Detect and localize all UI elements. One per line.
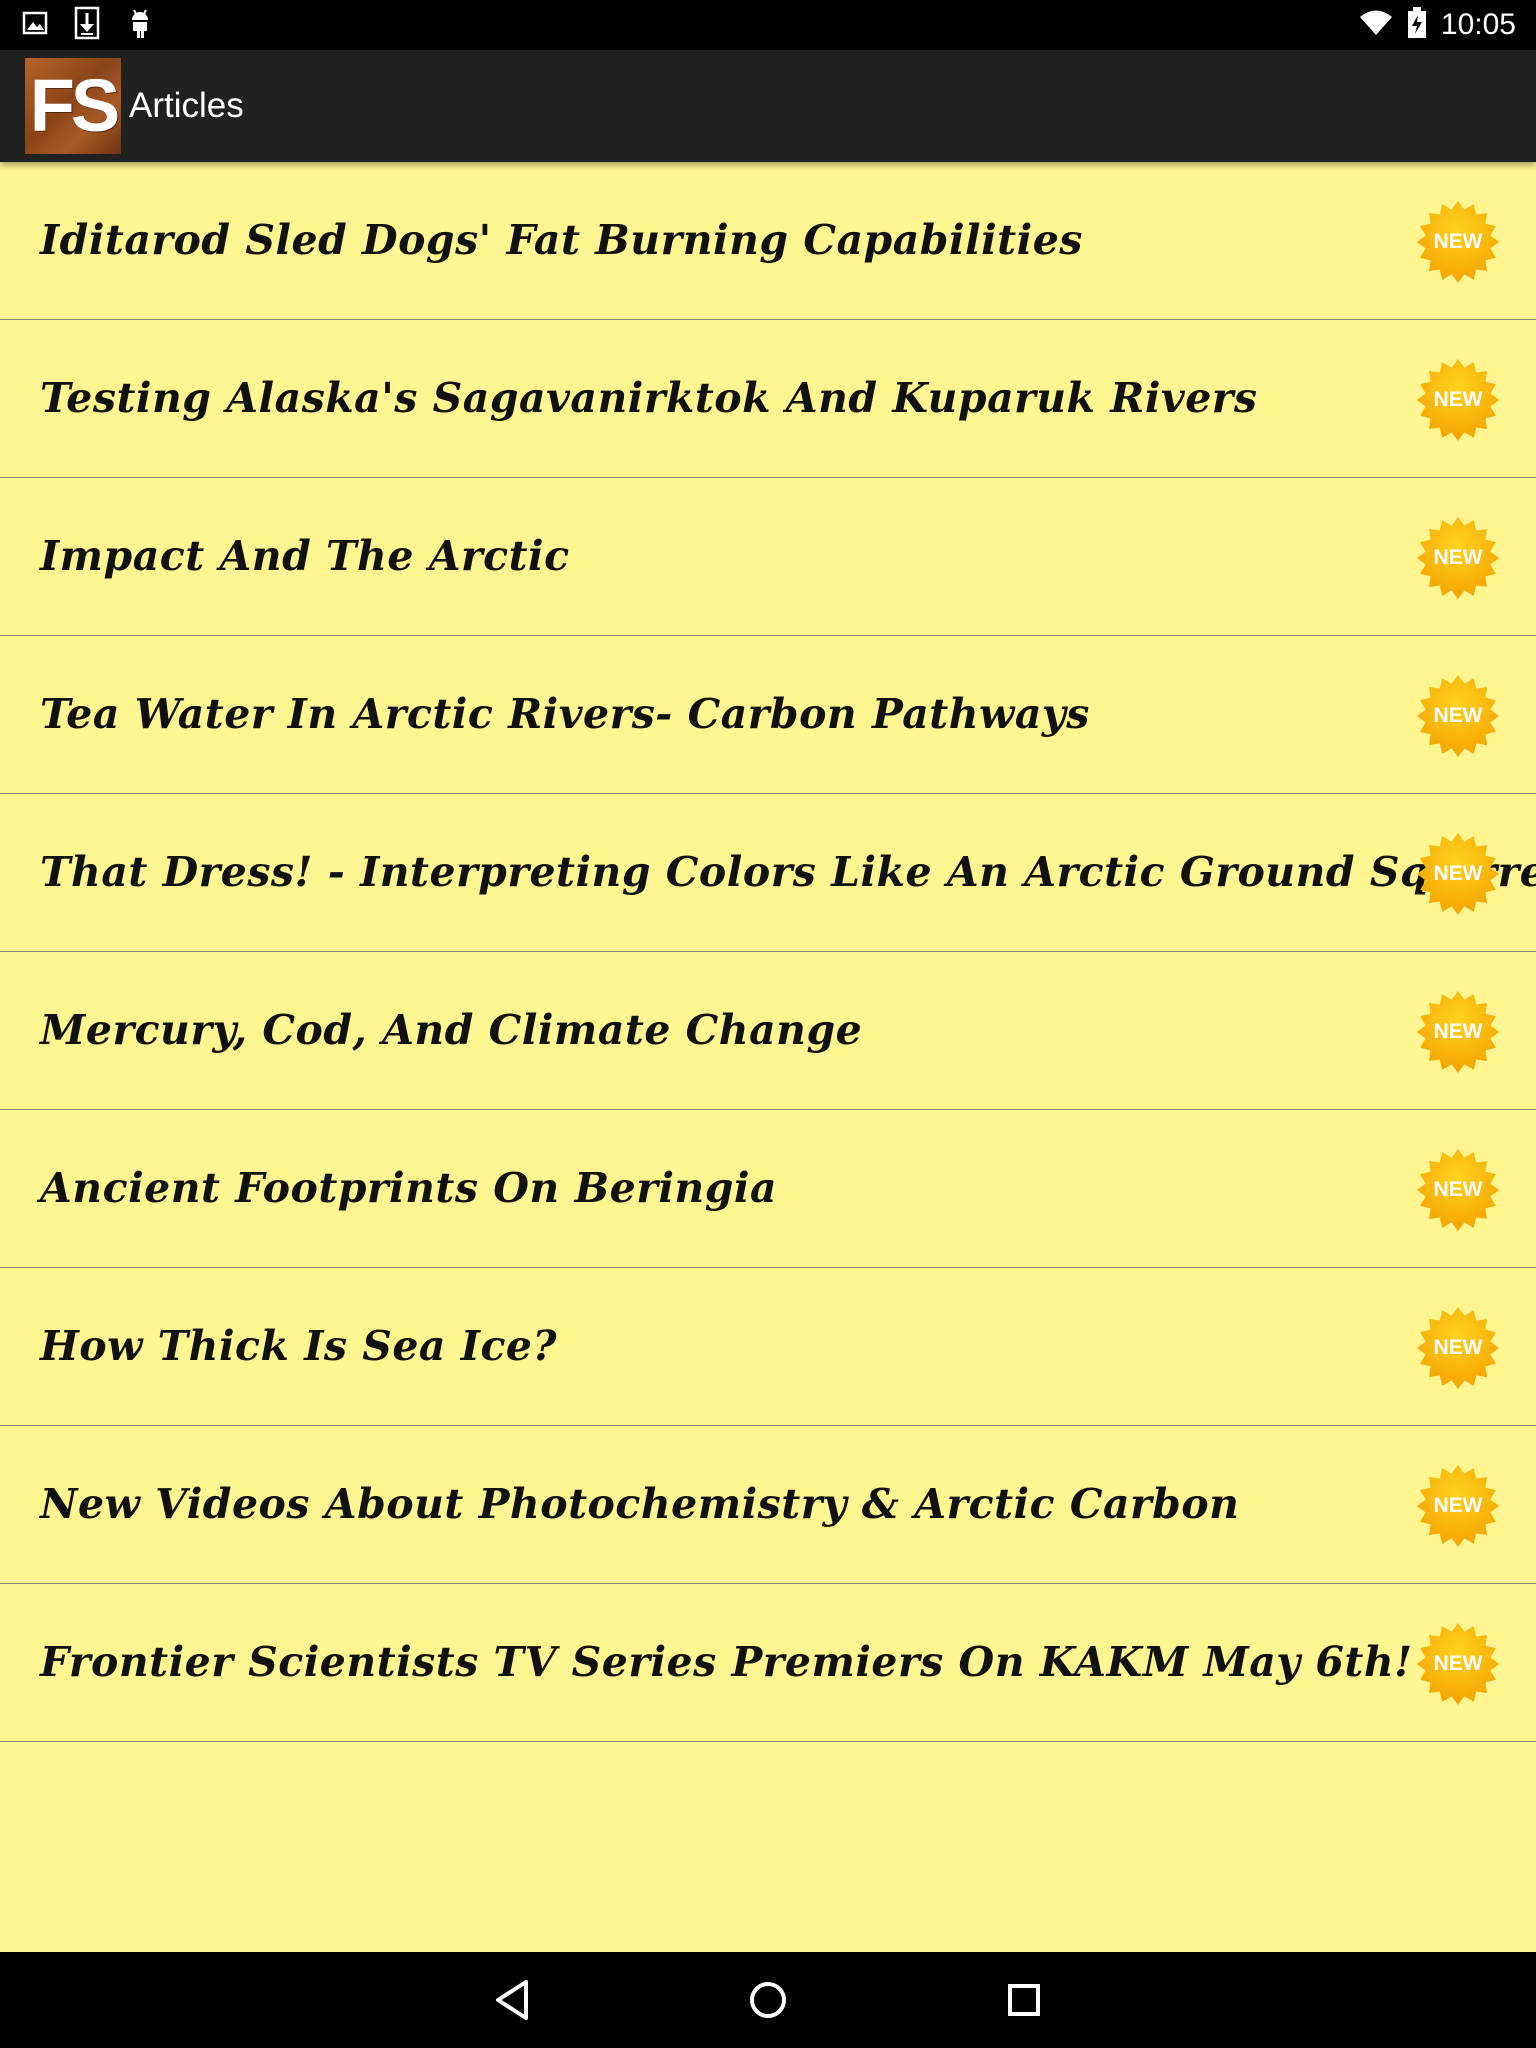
list-item[interactable]: Tea Water In Arctic Rivers- Carbon Pathw… — [0, 636, 1536, 794]
new-badge-label: NEW — [1433, 388, 1483, 411]
article-title: Testing Alaska's Sagavanirktok And Kupar… — [40, 374, 1258, 422]
android-icon — [126, 7, 154, 43]
home-button[interactable] — [738, 1970, 798, 2030]
article-title: Ancient Footprints On Beringia — [40, 1164, 778, 1212]
article-title: Frontier Scientists TV Series Premiers O… — [40, 1638, 1413, 1686]
list-item[interactable]: Impact And The Arctic NEW — [0, 478, 1536, 636]
article-title: That Dress! - Interpreting Colors Like A… — [40, 848, 1536, 896]
list-item[interactable]: Iditarod Sled Dogs' Fat Burning Capabili… — [0, 162, 1536, 320]
new-badge-label: NEW — [1433, 1020, 1483, 1043]
article-title: Impact And The Arctic — [40, 532, 570, 580]
new-badge-label: NEW — [1433, 230, 1483, 253]
list-item[interactable]: Testing Alaska's Sagavanirktok And Kupar… — [0, 320, 1536, 478]
navigation-bar — [0, 1952, 1536, 2048]
status-bar: 10:05 — [0, 0, 1536, 50]
article-title: How Thick Is Sea Ice? — [40, 1322, 558, 1370]
article-title: Tea Water In Arctic Rivers- Carbon Pathw… — [40, 690, 1090, 738]
status-system: 10:05 — [1359, 0, 1516, 50]
new-badge-label: NEW — [1433, 1652, 1483, 1675]
app-logo-text: FS — [29, 64, 121, 147]
wifi-icon — [1359, 10, 1393, 40]
list-item[interactable]: New Videos About Photochemistry & Arctic… — [0, 1426, 1536, 1584]
new-badge: NEW — [1416, 1464, 1500, 1548]
new-badge: NEW — [1416, 832, 1500, 916]
new-badge: NEW — [1416, 200, 1500, 284]
new-badge-label: NEW — [1433, 546, 1483, 569]
status-clock: 10:05 — [1440, 8, 1516, 41]
new-badge-label: NEW — [1433, 1336, 1483, 1359]
list-item[interactable]: How Thick Is Sea Ice? NEW — [0, 1268, 1536, 1426]
new-badge: NEW — [1416, 1622, 1500, 1706]
new-badge-label: NEW — [1433, 704, 1483, 727]
back-button[interactable] — [482, 1970, 542, 2030]
new-badge: NEW — [1416, 990, 1500, 1074]
action-bar: FS Articles — [0, 50, 1536, 162]
image-icon — [22, 10, 48, 40]
new-badge: NEW — [1416, 358, 1500, 442]
status-notifications — [22, 6, 154, 44]
back-icon — [496, 1980, 528, 2020]
list-item[interactable]: Mercury, Cod, And Climate Change NEW — [0, 952, 1536, 1110]
new-badge: NEW — [1416, 1306, 1500, 1390]
app-logo[interactable]: FS — [25, 58, 121, 154]
new-badge: NEW — [1416, 674, 1500, 758]
home-icon — [750, 1982, 786, 2018]
article-title: Mercury, Cod, And Climate Change — [40, 1006, 863, 1054]
recents-button[interactable] — [994, 1970, 1054, 2030]
new-badge: NEW — [1416, 1148, 1500, 1232]
download-icon — [74, 6, 100, 44]
new-badge-label: NEW — [1433, 1178, 1483, 1201]
article-title: Iditarod Sled Dogs' Fat Burning Capabili… — [40, 216, 1083, 264]
article-list: Iditarod Sled Dogs' Fat Burning Capabili… — [0, 162, 1536, 1742]
new-badge: NEW — [1416, 516, 1500, 600]
page-title: Articles — [129, 86, 244, 125]
battery-charging-icon — [1407, 7, 1427, 43]
recents-icon — [1008, 1984, 1040, 2016]
list-item[interactable]: That Dress! - Interpreting Colors Like A… — [0, 794, 1536, 952]
article-title: New Videos About Photochemistry & Arctic… — [40, 1480, 1240, 1528]
list-item[interactable]: Frontier Scientists TV Series Premiers O… — [0, 1584, 1536, 1742]
new-badge-label: NEW — [1433, 862, 1483, 885]
list-item[interactable]: Ancient Footprints On Beringia NEW — [0, 1110, 1536, 1268]
new-badge-label: NEW — [1433, 1494, 1483, 1517]
